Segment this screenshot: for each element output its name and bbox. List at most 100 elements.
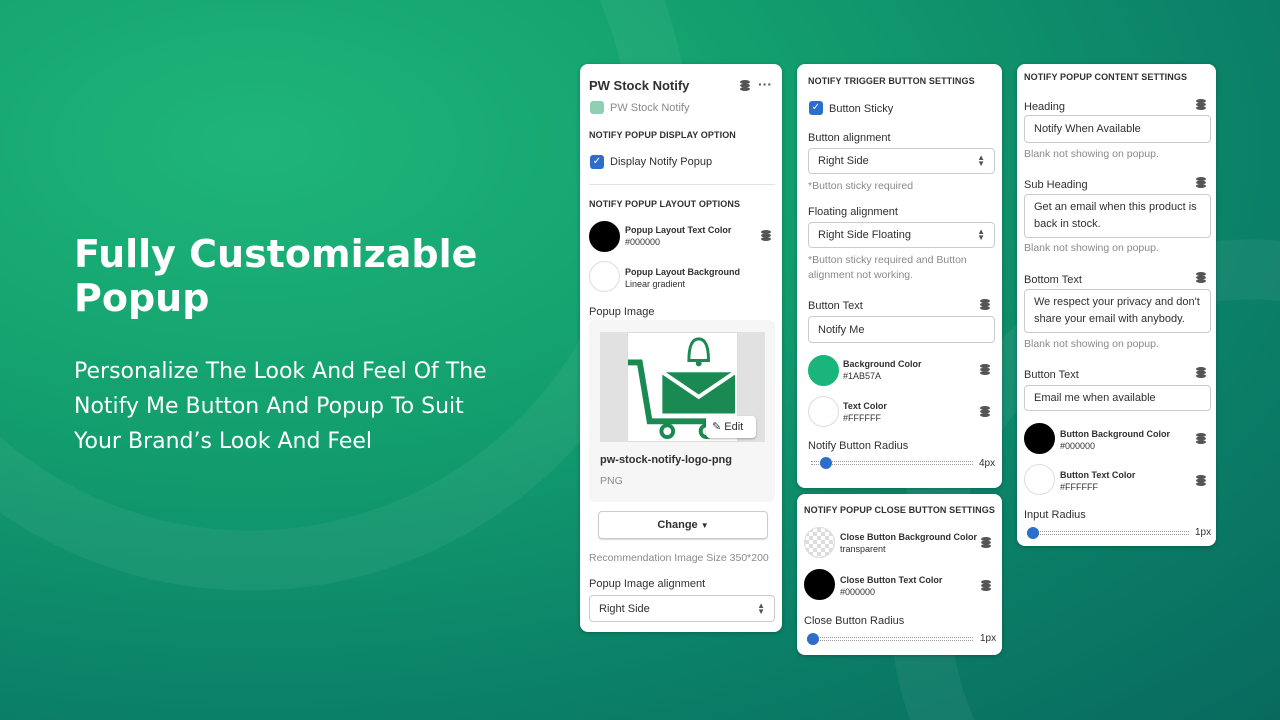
field-label: Popup Image [589,306,655,318]
database-icon[interactable] [980,406,990,417]
section-heading: NOTIFY POPUP CLOSE BUTTON SETTINGS [804,505,995,515]
slider-value: 1px [1195,527,1212,538]
background-color-swatch[interactable] [808,355,839,386]
help-text: Blank not showing on popup. [1024,242,1159,254]
sub-heading-input[interactable]: Get an email when this product is back i… [1024,194,1211,238]
field-label: Floating alignment [808,206,898,218]
slider-thumb[interactable] [1027,527,1039,539]
panel-title: PW Stock Notify [589,78,690,93]
close-radius-slider[interactable] [807,633,973,645]
file-type: PNG [600,475,623,487]
help-text: *Button sticky required and Button align… [808,254,967,281]
section-heading: NOTIFY POPUP DISPLAY OPTION [589,130,736,140]
floating-alignment-select[interactable]: Right Side Floating ▲ ▼ [808,222,995,248]
file-name: pw-stock-notify-logo-png [600,454,732,466]
text-color-swatch[interactable] [589,221,620,252]
button-radius-slider[interactable] [811,457,973,469]
swatch-value: #000000 [625,237,661,247]
select-arrows-icon: ▲ ▼ [977,227,985,242]
swatch-label: Popup Layout Background [625,267,741,277]
popup-button-text-input[interactable]: Email me when available [1024,385,1211,411]
swatch-label: Close Button Background Color [840,532,977,542]
edit-image-button[interactable]: ✎ Edit [706,416,756,438]
field-label: Popup Image alignment [589,578,706,590]
select-value: Right Side [818,155,869,167]
swatch-value: transparent [840,544,886,554]
database-icon[interactable] [761,230,771,241]
text-color-swatch[interactable] [808,396,839,427]
swatch-label: Popup Layout Text Color [625,225,732,235]
database-icon[interactable] [980,299,990,310]
database-icon[interactable] [1196,272,1206,283]
section-heading: NOTIFY POPUP CONTENT SETTINGS [1024,72,1188,82]
field-label: Input Radius [1024,509,1086,521]
button-text-input[interactable]: Notify Me [808,316,995,343]
swatch-value: #000000 [1060,441,1096,451]
recommendation-text: Recommendation Image Size 350*200 [589,552,769,564]
slider-thumb[interactable] [807,633,819,645]
field-label: Notify Button Radius [808,440,909,452]
section-heading: NOTIFY TRIGGER BUTTON SETTINGS [808,76,975,86]
swatch-value: #1AB57A [843,371,882,381]
image-alignment-select[interactable]: Right Side ▲ ▼ [589,595,775,622]
image-card: ✎ Edit pw-stock-notify-logo-png PNG [589,320,775,502]
input-radius-slider[interactable] [1027,527,1189,539]
close-text-swatch[interactable] [804,569,835,600]
trigger-button-panel: NOTIFY TRIGGER BUTTON SETTINGS ✓ Button … [797,64,1002,488]
image-preview: ✎ Edit [600,332,765,442]
swatch-value: #000000 [840,587,876,597]
slider-thumb[interactable] [820,457,832,469]
database-icon[interactable] [1196,99,1206,110]
background-swatch[interactable] [589,261,620,292]
button-sticky-checkbox[interactable]: ✓ [809,101,823,115]
checkbox-label: Display Notify Popup [610,156,713,168]
field-label: Sub Heading [1024,179,1088,191]
swatch-value: #FFFFFF [843,413,881,423]
slider-value: 1px [980,633,997,644]
close-button-panel: NOTIFY POPUP CLOSE BUTTON SETTINGS Close… [797,494,1002,655]
display-popup-checkbox[interactable]: ✓ [590,155,604,169]
more-icon[interactable]: ··· [758,76,772,92]
database-icon[interactable] [981,580,991,591]
button-alignment-select[interactable]: Right Side ▲ ▼ [808,148,995,174]
swatch-label: Text Color [843,401,887,411]
field-label: Button Text [1024,369,1079,381]
select-arrows-icon: ▲ ▼ [977,153,985,168]
field-label: Button Text [808,300,863,312]
field-label: Bottom Text [1024,274,1082,286]
database-icon[interactable] [1196,367,1206,378]
select-value: Right Side Floating [818,229,911,241]
database-icon[interactable] [1196,433,1206,444]
divider [589,184,775,185]
help-text: Blank not showing on popup. [1024,148,1159,160]
slider-value: 4px [979,458,996,469]
app-name: PW Stock Notify [610,102,690,114]
close-bg-swatch[interactable] [804,527,835,558]
database-icon[interactable] [1196,177,1206,188]
button-bg-swatch[interactable] [1024,423,1055,454]
database-icon[interactable] [1196,475,1206,486]
select-value: Right Side [599,602,650,615]
field-label: Close Button Radius [804,615,905,627]
content-settings-panel: NOTIFY POPUP CONTENT SETTINGS Heading No… [1017,64,1216,546]
swatch-value: Linear gradient [625,279,686,289]
help-text: Blank not showing on popup. [1024,338,1159,350]
swatch-label: Close Button Text Color [840,575,943,585]
button-text-swatch[interactable] [1024,464,1055,495]
database-icon[interactable] [980,364,990,375]
app-logo-icon [590,101,604,114]
heading-input[interactable]: Notify When Available [1024,115,1211,143]
swatch-label: Button Background Color [1060,429,1170,439]
database-icon[interactable] [740,80,750,91]
database-icon[interactable] [981,537,991,548]
field-label: Heading [1024,101,1065,113]
change-image-button[interactable]: Change ▼ [598,511,768,539]
swatch-label: Button Text Color [1060,470,1136,480]
hero-subtitle: Personalize The Look And Feel Of The Not… [74,359,487,454]
change-label: Change [657,519,698,531]
bottom-text-input[interactable]: We respect your privacy and don't share … [1024,289,1211,333]
pencil-icon: ✎ [712,421,725,433]
hero-title: Fully Customizable Popup [74,232,478,320]
select-arrows-icon: ▲ ▼ [757,600,765,616]
section-heading: NOTIFY POPUP LAYOUT OPTIONS [589,199,741,209]
